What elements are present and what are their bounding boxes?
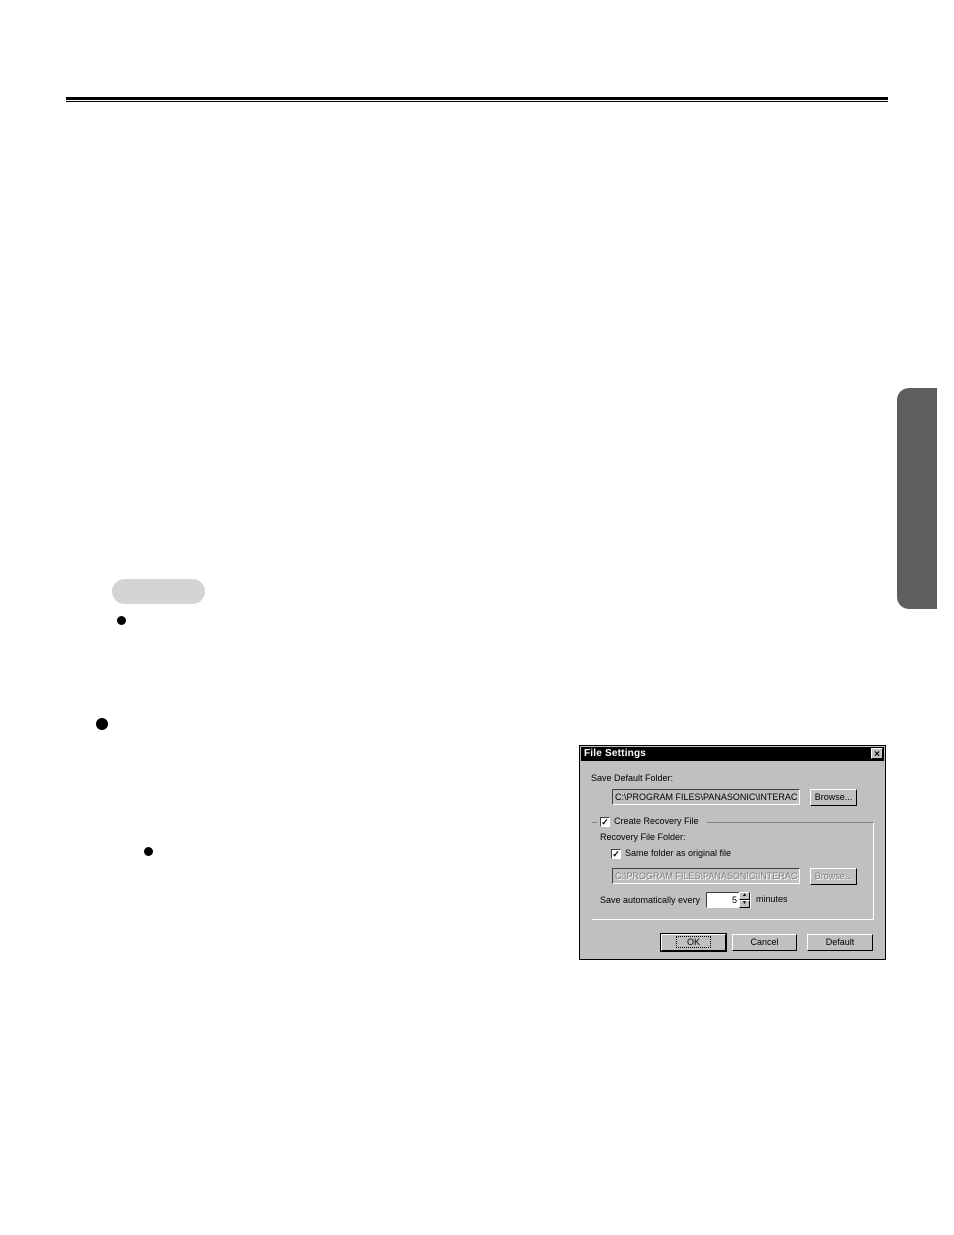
note-label-pill bbox=[112, 579, 205, 604]
bullet-dot bbox=[144, 847, 153, 856]
header-rule-thin bbox=[66, 101, 888, 102]
create-recovery-checkbox[interactable]: ✓ bbox=[600, 817, 610, 827]
spin-up-icon[interactable]: ▲ bbox=[739, 892, 750, 900]
autosave-label: Save automatically every bbox=[600, 895, 701, 905]
recovery-browse-button[interactable]: Browse... bbox=[810, 868, 857, 885]
file-settings-dialog: File Settings × Save Default Folder: C:\… bbox=[579, 745, 886, 960]
bullet-dot bbox=[117, 616, 126, 625]
dialog-title: File Settings bbox=[584, 748, 647, 759]
spin-down-icon[interactable]: ▼ bbox=[739, 900, 750, 908]
same-folder-label[interactable]: Same folder as original file bbox=[625, 848, 731, 858]
close-button[interactable]: × bbox=[871, 748, 883, 760]
recovery-folder-field[interactable]: C:\PROGRAM FILES\PANASONIC\INTERAC bbox=[612, 868, 800, 884]
recovery-folder-label: Recovery File Folder: bbox=[600, 832, 686, 842]
same-folder-checkbox[interactable]: ✓ bbox=[611, 849, 621, 859]
default-button[interactable]: Default bbox=[807, 934, 873, 951]
save-default-folder-field[interactable]: C:\PROGRAM FILES\PANASONIC\INTERAC bbox=[612, 789, 800, 805]
dialog-titlebar[interactable]: File Settings × bbox=[581, 747, 884, 761]
browse-button[interactable]: Browse... bbox=[810, 789, 857, 806]
header-rule bbox=[66, 97, 888, 100]
create-recovery-label[interactable]: Create Recovery File bbox=[614, 816, 699, 826]
bullet-dot bbox=[96, 718, 108, 730]
autosave-spinner[interactable]: ▲ ▼ bbox=[739, 892, 750, 908]
cancel-button[interactable]: Cancel bbox=[732, 934, 797, 951]
ok-button[interactable]: OK bbox=[660, 933, 727, 952]
chapter-side-tab bbox=[897, 388, 937, 609]
close-icon: × bbox=[874, 749, 880, 760]
minutes-label: minutes bbox=[756, 894, 788, 904]
save-default-folder-label: Save Default Folder: bbox=[591, 773, 674, 783]
ok-button-label: OK bbox=[675, 936, 711, 948]
